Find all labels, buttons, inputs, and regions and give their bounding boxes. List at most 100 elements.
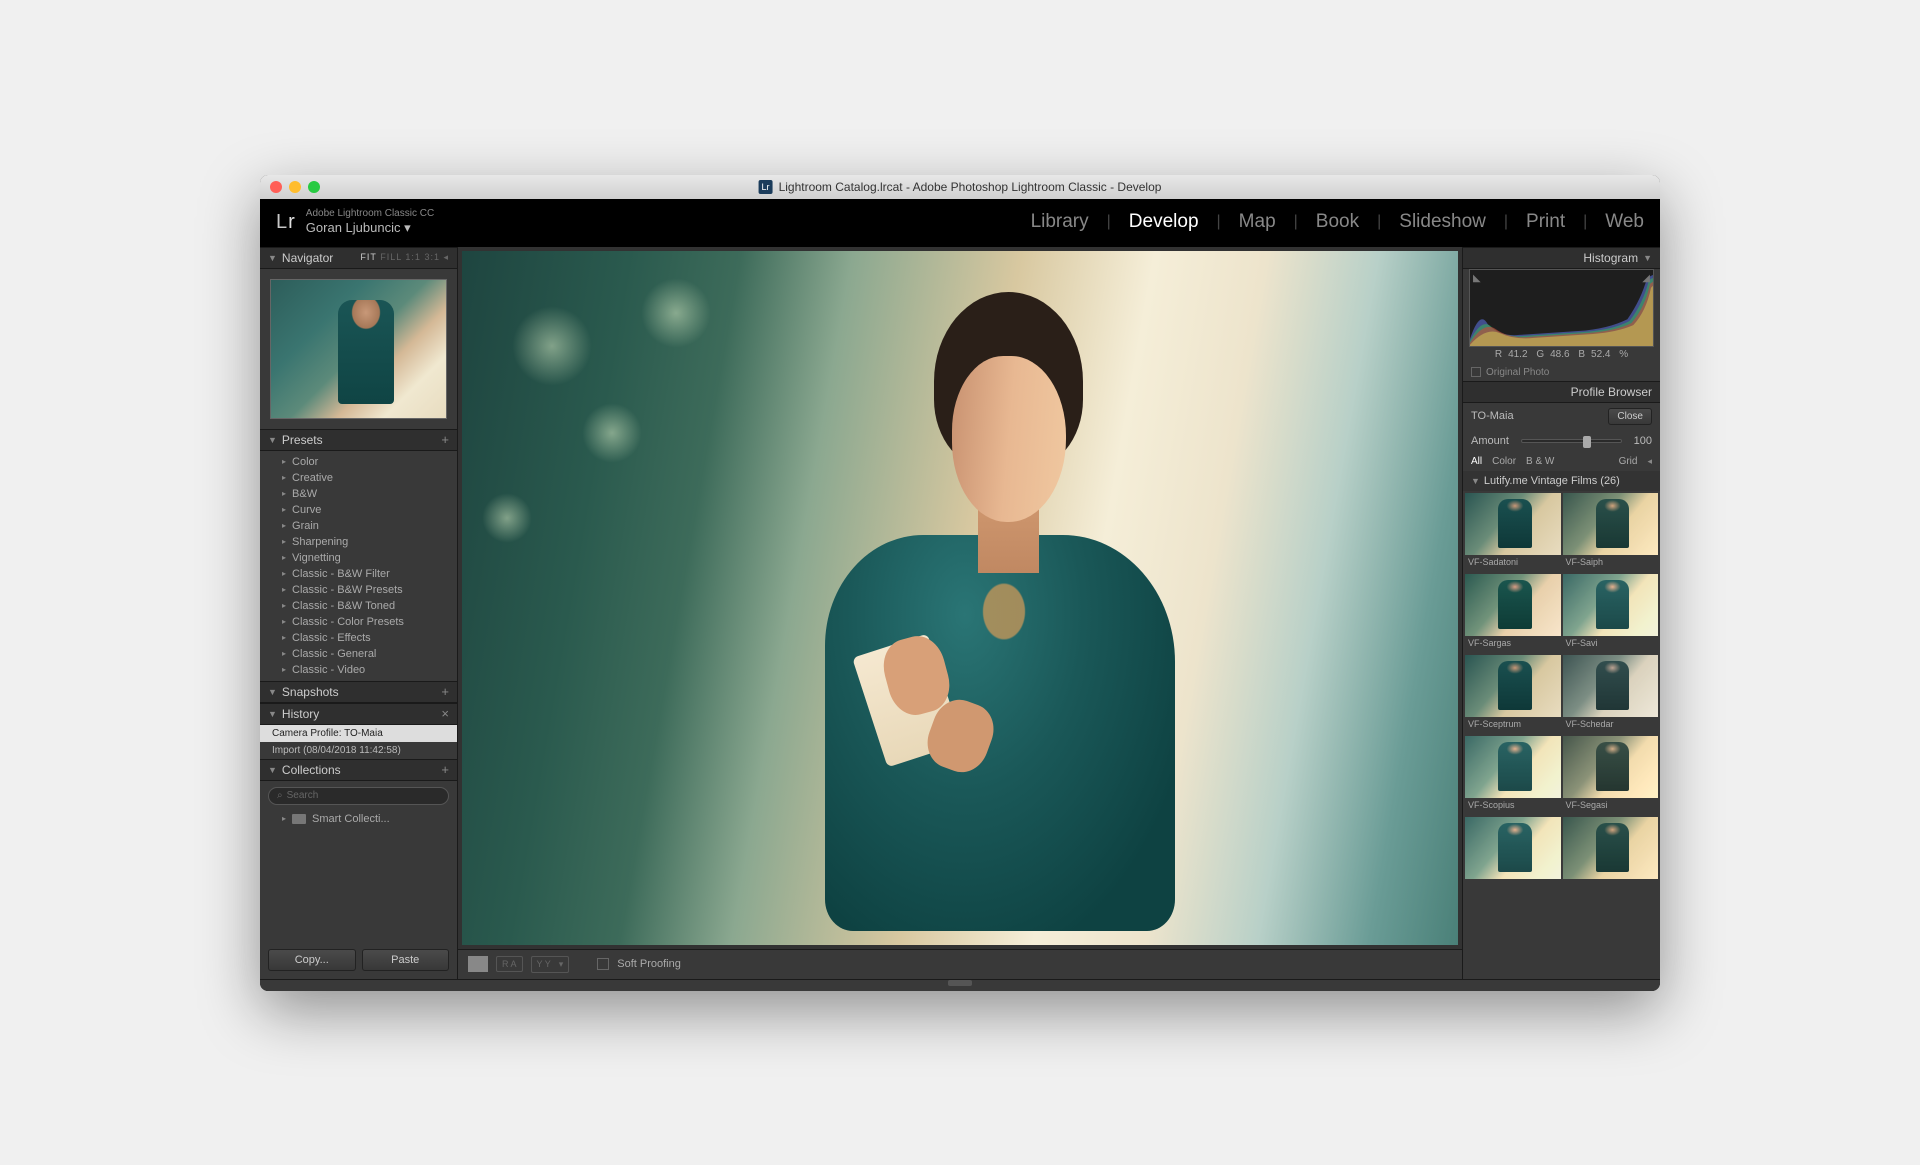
preset-group[interactable]: Classic - General	[260, 646, 457, 662]
profiles-scroll[interactable]: ▼ Lutify.me Vintage Films (26) VF-Sadato…	[1463, 471, 1660, 979]
profile-thumb[interactable]: VF-Schedar	[1563, 655, 1659, 734]
add-preset-button[interactable]: +	[441, 432, 449, 447]
profile-label: VF-Schedar	[1563, 717, 1659, 734]
search-placeholder: Search	[287, 790, 319, 801]
add-snapshot-button[interactable]: +	[441, 684, 449, 699]
shadow-clip-icon[interactable]: ◣	[1473, 273, 1481, 284]
original-photo-checkbox[interactable]	[1471, 367, 1481, 377]
profile-thumb[interactable]: VF-Savi	[1563, 574, 1659, 653]
filter-row: All Color B & W Grid ◂	[1463, 452, 1660, 471]
zoom-fill[interactable]: FILL	[380, 252, 402, 262]
profile-label: VF-Sargas	[1465, 636, 1561, 653]
module-web[interactable]: Web	[1605, 211, 1644, 233]
highlight-clip-icon[interactable]: ◢	[1642, 273, 1650, 284]
original-photo-row[interactable]: Original Photo	[1463, 364, 1660, 381]
zoom-1-1[interactable]: 1:1	[405, 252, 421, 262]
presets-header[interactable]: ▼ Presets +	[260, 429, 457, 451]
preset-group[interactable]: Classic - B&W Presets	[260, 582, 457, 598]
clear-history-button[interactable]: ×	[441, 706, 449, 721]
history-step[interactable]: Import (08/04/2018 11:42:58)	[260, 742, 457, 759]
amount-value[interactable]: 100	[1634, 435, 1652, 447]
profile-label: VF-Sceptrum	[1465, 717, 1561, 734]
add-collection-button[interactable]: +	[441, 762, 449, 777]
copy-button[interactable]: Copy...	[268, 949, 356, 971]
module-library[interactable]: Library	[1031, 211, 1089, 233]
preset-group[interactable]: Classic - B&W Toned	[260, 598, 457, 614]
profile-thumb[interactable]	[1563, 817, 1659, 879]
filter-bw[interactable]: B & W	[1526, 456, 1554, 467]
before-after-yy[interactable]: Y Y▾	[531, 956, 570, 973]
collection-icon	[292, 814, 306, 824]
profile-thumb[interactable]: VF-Saiph	[1563, 493, 1659, 572]
left-panel: ▼ Navigator FIT FILL 1:1 3:1 ◂ ▼ Presets…	[260, 247, 458, 979]
window-title: Lr Lightroom Catalog.lrcat - Adobe Photo…	[759, 180, 1162, 194]
preset-group[interactable]: Classic - B&W Filter	[260, 566, 457, 582]
collections-header[interactable]: ▼ Collections +	[260, 759, 457, 781]
profile-thumb[interactable]: VF-Segasi	[1563, 736, 1659, 815]
maximize-window-button[interactable]	[308, 181, 320, 193]
brand-area: Lr Adobe Lightroom Classic CC Goran Ljub…	[276, 208, 434, 236]
image-canvas[interactable]	[462, 251, 1458, 945]
profile-group-label: Lutify.me Vintage Films (26)	[1484, 475, 1620, 487]
collection-item[interactable]: Smart Collecti...	[260, 811, 457, 827]
close-browser-button[interactable]: Close	[1608, 408, 1652, 425]
preset-group[interactable]: Classic - Effects	[260, 630, 457, 646]
filter-all[interactable]: All	[1471, 456, 1482, 467]
histogram-header[interactable]: Histogram ▼	[1463, 247, 1660, 269]
profile-thumb[interactable]: VF-Sadatoni	[1465, 493, 1561, 572]
minimize-window-button[interactable]	[289, 181, 301, 193]
before-after-ra[interactable]: R A	[496, 956, 523, 972]
zoom-fit[interactable]: FIT	[360, 252, 376, 262]
filter-color[interactable]: Color	[1492, 456, 1516, 467]
preset-group[interactable]: Color	[260, 454, 457, 470]
profile-name: TO-Maia	[1471, 410, 1514, 422]
histogram-chart[interactable]: ◣ ◢	[1469, 269, 1654, 347]
soft-proofing-label: Soft Proofing	[617, 958, 681, 970]
snapshots-header[interactable]: ▼ Snapshots +	[260, 681, 457, 703]
collections-title: Collections	[282, 763, 341, 777]
navigator-thumbnail[interactable]	[270, 279, 447, 419]
profile-thumb[interactable]: VF-Scopius	[1465, 736, 1561, 815]
module-print[interactable]: Print	[1526, 211, 1565, 233]
profile-label: VF-Scopius	[1465, 798, 1561, 815]
history-step[interactable]: Camera Profile: TO-Maia	[260, 725, 457, 742]
titlebar[interactable]: Lr Lightroom Catalog.lrcat - Adobe Photo…	[260, 175, 1660, 199]
navigator-header[interactable]: ▼ Navigator FIT FILL 1:1 3:1 ◂	[260, 247, 457, 269]
preset-group[interactable]: Classic - Video	[260, 662, 457, 678]
profile-thumb[interactable]	[1465, 817, 1561, 879]
loupe-view-button[interactable]	[468, 956, 488, 972]
paste-button[interactable]: Paste	[362, 949, 450, 971]
soft-proofing-checkbox[interactable]	[597, 958, 609, 970]
filmstrip-handle[interactable]	[260, 979, 1660, 991]
identity-plate[interactable]: Goran Ljubuncic ▾	[306, 220, 434, 236]
histogram-title: Histogram	[1583, 251, 1638, 265]
profile-thumb[interactable]: VF-Sceptrum	[1465, 655, 1561, 734]
preset-group[interactable]: Creative	[260, 470, 457, 486]
amount-slider[interactable]	[1521, 439, 1622, 443]
zoom-options: FIT FILL 1:1 3:1 ◂	[360, 252, 449, 263]
history-header[interactable]: ▼ History ×	[260, 703, 457, 725]
app-window: Lr Lightroom Catalog.lrcat - Adobe Photo…	[260, 175, 1660, 991]
preset-group[interactable]: Sharpening	[260, 534, 457, 550]
profile-group-header[interactable]: ▼ Lutify.me Vintage Films (26)	[1463, 471, 1660, 491]
window-title-text: Lightroom Catalog.lrcat - Adobe Photosho…	[779, 180, 1162, 194]
module-book[interactable]: Book	[1316, 211, 1359, 233]
dropdown-icon[interactable]: ◂	[1647, 456, 1652, 467]
collections-search[interactable]: ⌕ Search	[268, 787, 449, 805]
close-window-button[interactable]	[270, 181, 282, 193]
preset-group[interactable]: Grain	[260, 518, 457, 534]
module-slideshow[interactable]: Slideshow	[1399, 211, 1486, 233]
profile-label: VF-Segasi	[1563, 798, 1659, 815]
view-grid[interactable]: Grid	[1619, 456, 1638, 467]
disclosure-triangle-icon: ▼	[1471, 476, 1480, 486]
module-map[interactable]: Map	[1239, 211, 1276, 233]
zoom-3-1[interactable]: 3:1	[424, 252, 440, 262]
module-develop[interactable]: Develop	[1129, 211, 1199, 233]
profile-thumb[interactable]: VF-Sargas	[1465, 574, 1561, 653]
history-title: History	[282, 707, 319, 721]
preset-group[interactable]: B&W	[260, 486, 457, 502]
preset-group[interactable]: Curve	[260, 502, 457, 518]
preset-group[interactable]: Classic - Color Presets	[260, 614, 457, 630]
preset-group[interactable]: Vignetting	[260, 550, 457, 566]
profile-browser-header[interactable]: Profile Browser	[1463, 381, 1660, 403]
